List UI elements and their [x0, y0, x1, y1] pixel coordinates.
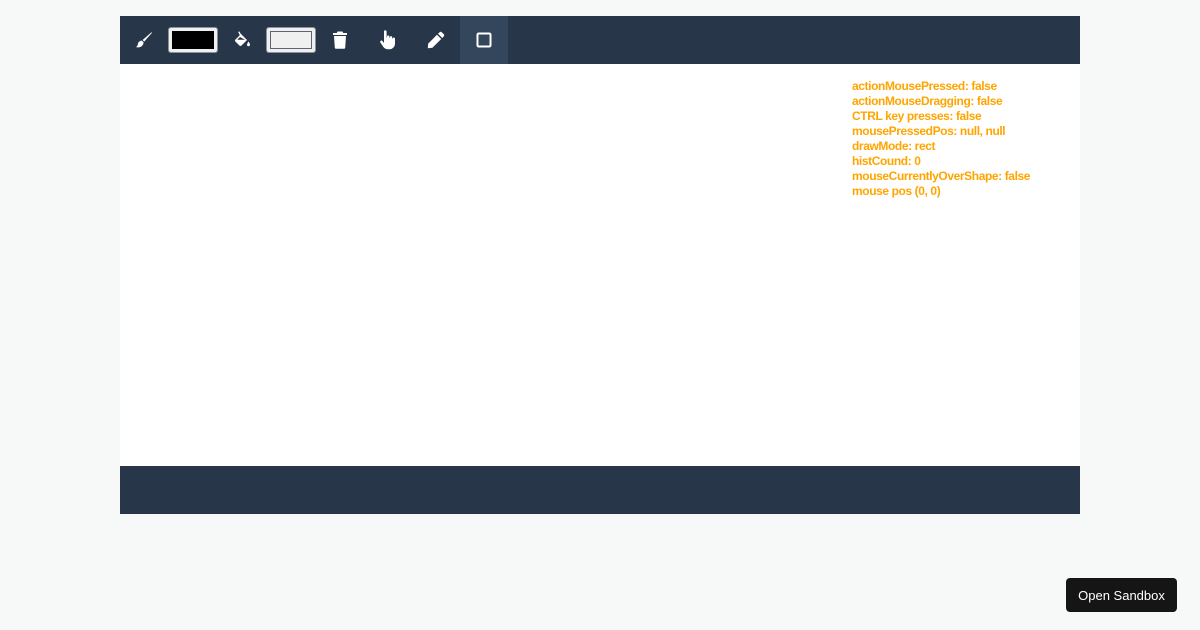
pencil-tool-button[interactable] [412, 16, 460, 64]
bottom-bar [120, 466, 1080, 514]
debug-line-mouse-pressed-pos: mousePressedPos: null, null [852, 124, 1006, 138]
stroke-color-picker[interactable] [168, 16, 218, 64]
stroke-color-swatch [169, 28, 217, 52]
debug-line-mouse-over-shape: mouseCurrentlyOverShape: false [852, 169, 1031, 183]
paint-app: actionMousePressed: false actionMouseDra… [120, 16, 1080, 514]
delete-tool-button[interactable] [316, 16, 364, 64]
paint-bucket-icon [235, 31, 250, 47]
drawing-canvas[interactable]: actionMousePressed: false actionMouseDra… [120, 64, 1080, 466]
debug-line-hist-count: histCound: 0 [852, 154, 921, 168]
square-icon [476, 32, 492, 48]
toolbar [120, 16, 1080, 64]
debug-line-mouse-dragging: actionMouseDragging: false [852, 94, 1003, 108]
pencil-icon [427, 31, 445, 49]
debug-line-mouse-pressed: actionMousePressed: false [852, 79, 997, 93]
debug-line-ctrl-key: CTRL key presses: false [852, 109, 982, 123]
hand-pointer-icon [380, 30, 395, 50]
trash-icon [333, 31, 347, 49]
rect-tool-button[interactable] [460, 16, 508, 64]
brush-icon [136, 32, 152, 48]
fill-color-swatch [267, 28, 315, 52]
debug-info-panel: actionMousePressed: false actionMouseDra… [852, 79, 1030, 199]
debug-line-mouse-pos: mouse pos (0, 0) [852, 184, 941, 198]
fill-color-swatch-inner [270, 31, 312, 49]
open-sandbox-button[interactable]: Open Sandbox [1066, 578, 1177, 612]
brush-tool-button[interactable] [120, 16, 168, 64]
select-tool-button[interactable] [364, 16, 412, 64]
debug-line-draw-mode: drawMode: rect [852, 139, 936, 153]
fill-color-picker[interactable] [266, 16, 316, 64]
fill-tool-button[interactable] [218, 16, 266, 64]
